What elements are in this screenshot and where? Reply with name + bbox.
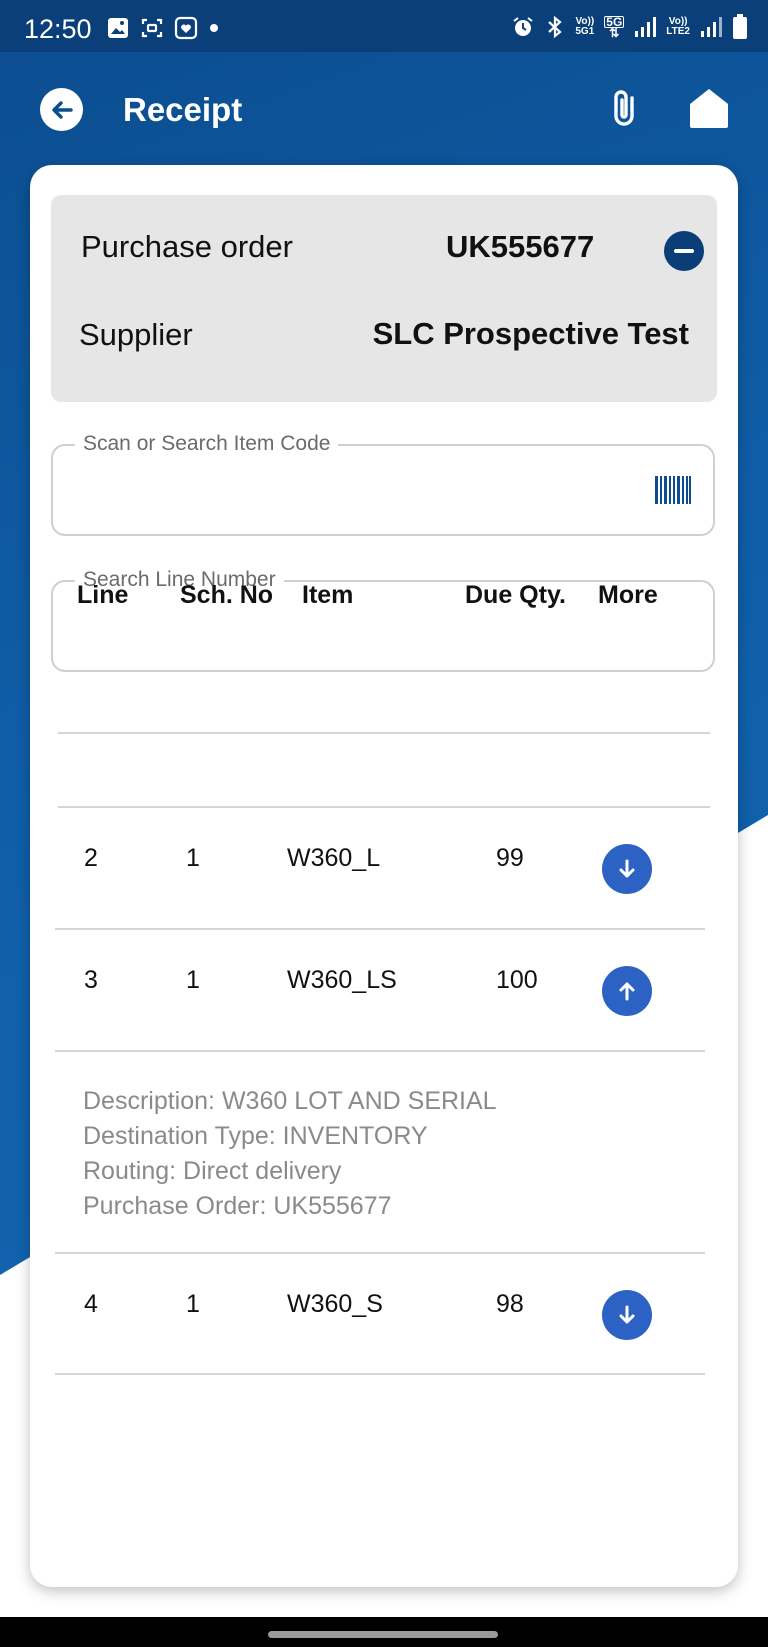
arrow-down-icon <box>619 1305 635 1324</box>
table-divider <box>55 1373 705 1375</box>
supplier-label: Supplier <box>79 317 193 352</box>
arrow-down-icon <box>619 859 635 878</box>
row-due-qty: 99 <box>496 844 524 872</box>
gallery-icon <box>108 18 128 38</box>
row-due-qty: 100 <box>496 966 538 994</box>
battery-icon <box>733 14 747 39</box>
detail-routing: Routing: Direct delivery <box>83 1157 342 1185</box>
page-title: Receipt <box>123 91 243 128</box>
home-icon <box>690 89 728 128</box>
row-line: 2 <box>84 844 98 872</box>
5g-data-icon: 5G ⇅ <box>604 16 625 40</box>
signal-icon <box>635 17 657 37</box>
collapse-button[interactable] <box>664 231 704 271</box>
table-divider <box>58 732 710 734</box>
status-right-icons: Vo)) 5G1 5G ⇅ Vo)) LTE2 <box>511 14 748 40</box>
table-divider <box>55 1252 705 1254</box>
purchase-order-value: UK555677 <box>446 229 595 264</box>
status-bar: 12:50 Vo)) 5G1 5G ⇅ Vo)) LTE2 <box>0 0 768 52</box>
heart-app-icon <box>174 16 198 40</box>
header-item: Item <box>302 581 354 609</box>
back-button[interactable] <box>40 88 83 131</box>
header-sch-no: Sch. No <box>180 581 274 609</box>
supplier-value: SLC Prospective Test <box>372 316 689 351</box>
table-divider <box>58 806 710 808</box>
detail-purchase-order: Purchase Order: UK555677 <box>83 1192 392 1220</box>
volte-5g-label-bottom: 5G1 <box>575 26 595 37</box>
detail-destination-type: Destination Type: INVENTORY <box>83 1122 428 1150</box>
signal-icon <box>701 17 722 37</box>
collapse-row-button[interactable] <box>602 966 652 1016</box>
header-more: More <box>598 581 658 609</box>
attachment-button[interactable] <box>606 88 646 132</box>
bluetooth-icon <box>548 15 563 39</box>
volte-lte2-icon: Vo)) LTE2 <box>666 17 690 37</box>
arrow-left-icon <box>51 100 73 119</box>
row-item: W360_L <box>287 844 381 872</box>
arrow-up-icon <box>619 982 635 1001</box>
header-line: Line <box>77 581 129 609</box>
table-divider <box>55 928 705 930</box>
volte-5g-icon: Vo)) 5G1 <box>575 17 594 37</box>
data-arrows-label: ⇅ <box>609 26 620 40</box>
item-code-input[interactable] <box>73 474 637 516</box>
alarm-icon <box>513 17 533 36</box>
line-number-input[interactable] <box>73 610 637 652</box>
screenshot-icon <box>141 18 163 38</box>
row-details: Description: W360 LOT AND SERIAL Destina… <box>83 1084 497 1224</box>
home-gesture-handle[interactable] <box>268 1631 498 1638</box>
row-sch-no: 1 <box>186 966 200 994</box>
row-sch-no: 1 <box>186 1290 200 1318</box>
item-code-field[interactable]: Scan or Search Item Code <box>51 432 715 536</box>
row-due-qty: 98 <box>496 1290 524 1318</box>
row-line: 3 <box>84 966 98 994</box>
home-button[interactable] <box>688 86 730 130</box>
table-divider <box>55 1050 705 1052</box>
detail-description: Description: W360 LOT AND SERIAL <box>83 1087 497 1115</box>
item-code-label: Scan or Search Item Code <box>75 432 339 456</box>
row-item: W360_S <box>287 1290 383 1318</box>
volte-lte-label-bottom: LTE2 <box>666 26 690 37</box>
row-sch-no: 1 <box>186 844 200 872</box>
header-due-qty: Due Qty. <box>465 581 566 609</box>
expand-row-button[interactable] <box>602 1290 652 1340</box>
status-time: 12:50 <box>24 14 92 44</box>
dot-icon <box>210 24 218 32</box>
row-item: W360_LS <box>287 966 397 994</box>
barcode-icon[interactable] <box>655 476 691 504</box>
expand-row-button[interactable] <box>602 844 652 894</box>
status-left-icons <box>106 16 220 40</box>
purchase-order-label: Purchase order <box>81 229 293 264</box>
paperclip-icon <box>614 90 634 126</box>
order-summary: Purchase order UK555677 Supplier SLC Pro… <box>51 195 717 402</box>
row-line: 4 <box>84 1290 98 1318</box>
